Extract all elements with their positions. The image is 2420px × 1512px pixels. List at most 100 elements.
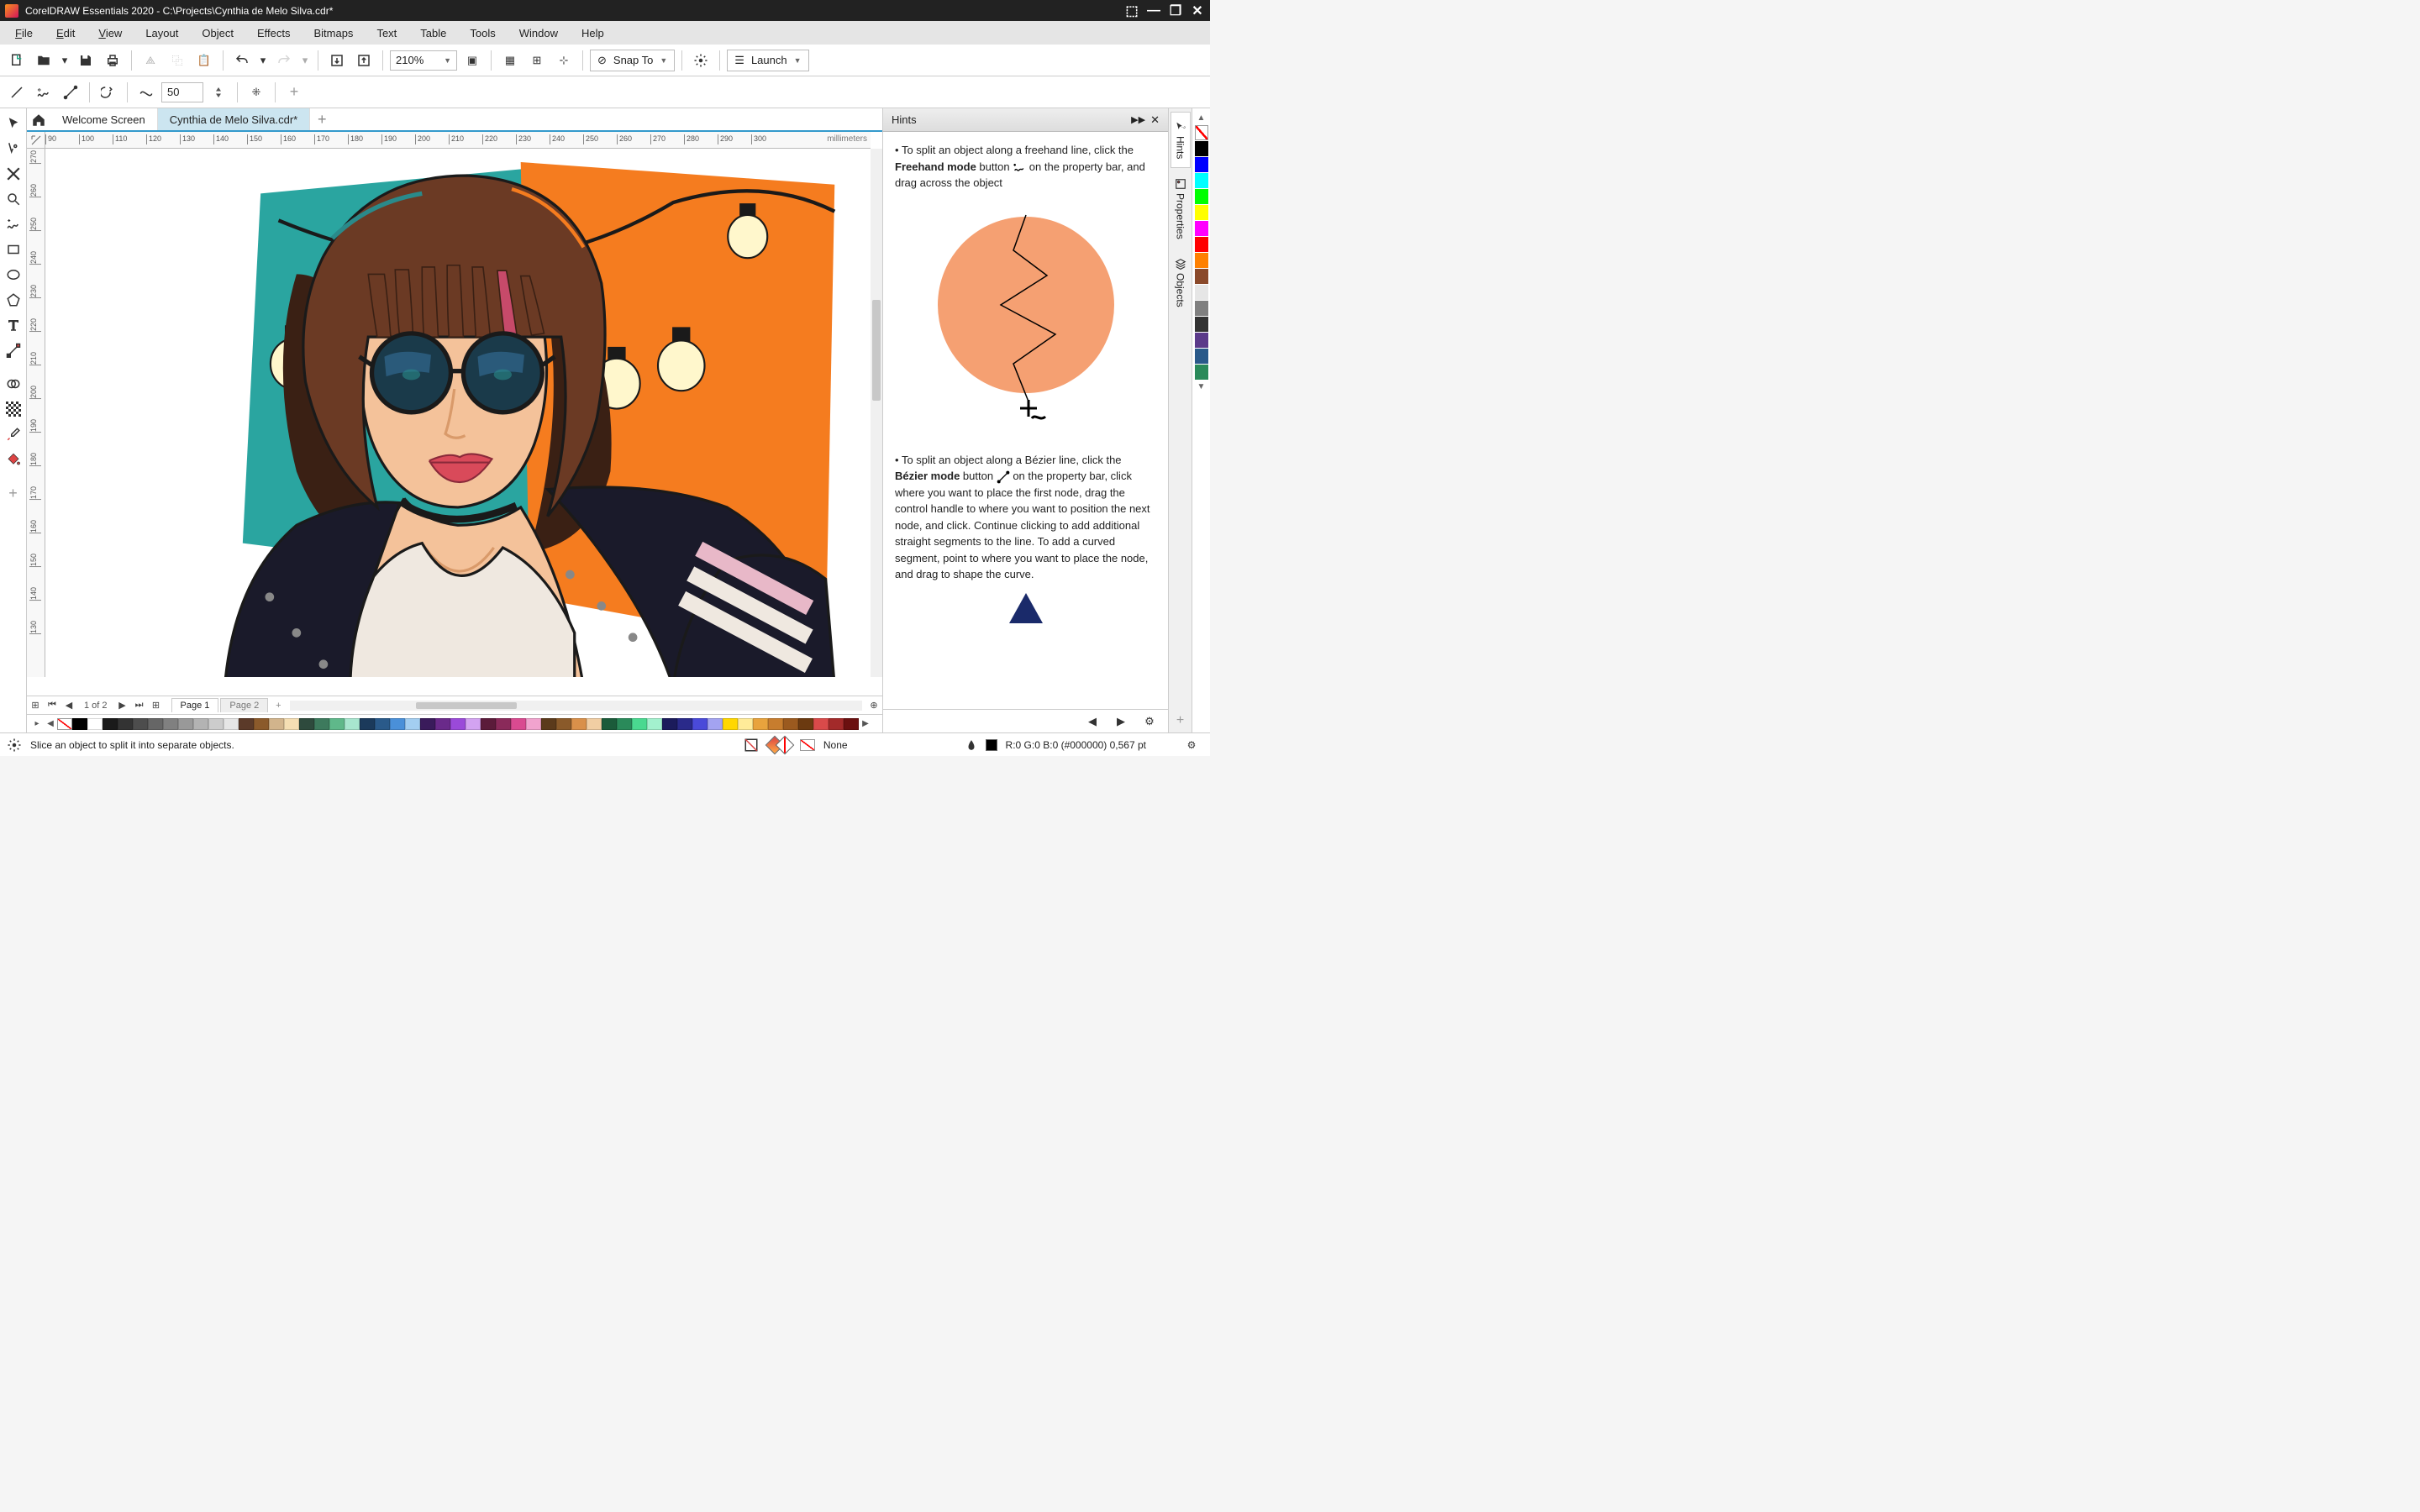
color-swatch[interactable]	[1195, 237, 1208, 252]
freehand-smoothing-input[interactable]: 50	[161, 82, 203, 102]
color-swatch[interactable]	[526, 718, 541, 730]
gear-icon[interactable]	[7, 738, 22, 753]
open-dropdown[interactable]: ▾	[59, 49, 71, 72]
print-button[interactable]	[101, 49, 124, 72]
horizontal-scrollbar[interactable]	[290, 701, 862, 711]
color-swatch[interactable]	[647, 718, 662, 730]
menu-window[interactable]: Window	[508, 21, 570, 45]
menu-tools[interactable]: Tools	[458, 21, 507, 45]
rectangle-tool[interactable]	[2, 238, 25, 261]
current-fill-swatch[interactable]	[800, 739, 815, 751]
add-docker-button[interactable]: +	[1169, 709, 1192, 732]
redo-dropdown[interactable]: ▾	[299, 49, 311, 72]
cut-button[interactable]: ⟁	[139, 49, 162, 72]
add-page-before-icon[interactable]: ⊞	[27, 700, 44, 711]
color-swatch[interactable]	[163, 718, 178, 730]
polygon-tool[interactable]	[2, 288, 25, 312]
menu-bitmaps[interactable]: Bitmaps	[302, 21, 365, 45]
add-button[interactable]: +	[282, 81, 306, 104]
current-outline-swatch[interactable]	[986, 739, 997, 751]
color-swatch[interactable]	[662, 718, 677, 730]
drawing-canvas[interactable]	[45, 149, 871, 677]
color-swatch[interactable]	[360, 718, 375, 730]
color-swatch[interactable]	[329, 718, 345, 730]
menu-effects[interactable]: Effects	[245, 21, 302, 45]
import-button[interactable]	[325, 49, 349, 72]
no-fill-swatch[interactable]	[1195, 125, 1208, 140]
add-page-button[interactable]: +	[270, 701, 287, 711]
home-icon[interactable]	[27, 108, 50, 132]
color-swatch[interactable]	[571, 718, 587, 730]
color-swatch[interactable]	[1195, 301, 1208, 316]
palette-scroll-right[interactable]: ▶	[859, 719, 872, 728]
object-styles-icon[interactable]	[739, 733, 763, 757]
transparency-tool[interactable]	[2, 372, 25, 396]
bezier-mode-button[interactable]	[59, 81, 82, 104]
status-settings-icon[interactable]: ⚙	[1180, 733, 1203, 757]
last-page-button[interactable]: ⏭	[131, 700, 148, 711]
add-tab-button[interactable]: +	[310, 108, 334, 130]
color-swatch[interactable]	[1195, 285, 1208, 300]
hints-forward-button[interactable]: ▶	[1109, 710, 1133, 733]
color-swatch[interactable]	[708, 718, 723, 730]
maximize-button[interactable]: ❐	[1168, 3, 1183, 18]
color-swatch[interactable]	[481, 718, 496, 730]
color-swatch[interactable]	[375, 718, 390, 730]
color-swatch[interactable]	[1195, 365, 1208, 380]
color-swatch[interactable]	[1195, 173, 1208, 188]
color-swatch[interactable]	[602, 718, 617, 730]
color-swatch[interactable]	[1195, 349, 1208, 364]
add-tool-button[interactable]: +	[2, 481, 25, 505]
color-swatch[interactable]	[72, 718, 87, 730]
page-tab-1[interactable]: Page 1	[171, 698, 219, 712]
color-swatch[interactable]	[677, 718, 692, 730]
color-swatch[interactable]	[587, 718, 602, 730]
vertical-scrollbar[interactable]	[871, 149, 882, 677]
color-swatch[interactable]	[768, 718, 783, 730]
copy-button[interactable]: ⿻	[166, 49, 189, 72]
collapse-docker-icon[interactable]: ▶▶	[1131, 114, 1145, 125]
color-swatch[interactable]	[1195, 317, 1208, 332]
docker-tab-hints[interactable]: ? Hints	[1171, 112, 1191, 168]
color-swatch[interactable]	[541, 718, 556, 730]
color-swatch[interactable]	[1195, 253, 1208, 268]
close-button[interactable]: ✕	[1190, 3, 1205, 18]
zoom-combo[interactable]: 210%▼	[390, 50, 457, 71]
open-button[interactable]	[32, 49, 55, 72]
fill-tool[interactable]	[2, 448, 25, 471]
zoom-tool[interactable]	[2, 187, 25, 211]
color-swatch[interactable]	[239, 718, 254, 730]
color-swatch[interactable]	[556, 718, 571, 730]
palette-menu-icon[interactable]: ▸	[30, 719, 44, 728]
menu-table[interactable]: Table	[408, 21, 458, 45]
minimize-button[interactable]: —	[1146, 3, 1161, 18]
redo-button[interactable]	[272, 49, 296, 72]
docker-tab-objects[interactable]: Objects	[1171, 249, 1190, 316]
color-swatch[interactable]	[87, 718, 103, 730]
color-swatch[interactable]	[1195, 189, 1208, 204]
palette-scroll-left[interactable]: ◀	[44, 719, 57, 728]
snap-to-group[interactable]: ⊘ Snap To ▼	[590, 50, 675, 71]
color-swatch[interactable]	[254, 718, 269, 730]
color-swatch[interactable]	[193, 718, 208, 730]
navigator-icon[interactable]: ⊕	[865, 700, 882, 711]
ruler-horizontal[interactable]: millimeters90100110120130140150160170180…	[45, 132, 871, 149]
export-button[interactable]	[352, 49, 376, 72]
color-swatch[interactable]	[511, 718, 526, 730]
color-swatch[interactable]	[208, 718, 224, 730]
color-swatch[interactable]	[466, 718, 481, 730]
color-swatch[interactable]	[753, 718, 768, 730]
menu-edit[interactable]: Edit	[45, 21, 87, 45]
grid-button[interactable]: ⊞	[525, 49, 549, 72]
ellipse-tool[interactable]	[2, 263, 25, 286]
color-swatch[interactable]	[118, 718, 133, 730]
first-page-button[interactable]: ⏮	[44, 700, 60, 711]
fullscreen-preview-button[interactable]: ▣	[460, 49, 484, 72]
freehand-tool[interactable]	[2, 213, 25, 236]
two-point-line-mode-button[interactable]	[5, 81, 29, 104]
color-swatch[interactable]	[1195, 157, 1208, 172]
save-button[interactable]	[74, 49, 97, 72]
color-swatch[interactable]	[420, 718, 435, 730]
menu-object[interactable]: Object	[190, 21, 245, 45]
menu-file[interactable]: File	[3, 21, 45, 45]
